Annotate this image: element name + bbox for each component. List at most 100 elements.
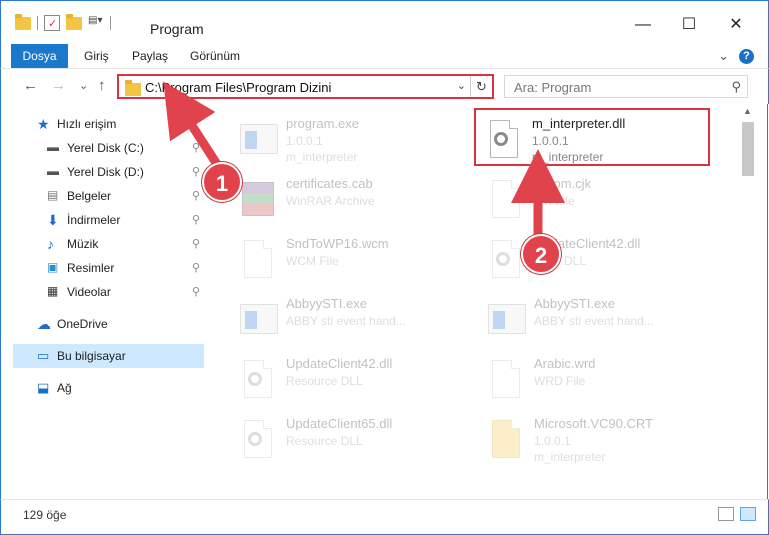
- pictures-icon: ▣: [47, 260, 59, 274]
- file-icon: [236, 236, 272, 280]
- recent-locations-icon[interactable]: ⌄: [79, 79, 88, 92]
- scroll-up-icon[interactable]: ▲: [743, 106, 752, 116]
- sidebar-item-label: Yerel Disk (C:): [67, 141, 144, 155]
- music-icon: ♪: [47, 236, 54, 252]
- sidebar-item[interactable]: ⬓ Ağ: [1, 376, 206, 400]
- file-tile[interactable]: ...Kom.cjk ...K File: [478, 170, 718, 226]
- file-detail: Resource DLL: [286, 374, 363, 388]
- sidebar-item-label: Yerel Disk (D:): [67, 165, 144, 179]
- file-tile[interactable]: AbbyySTI.exe ABBY sti event hand...: [478, 290, 718, 346]
- tiles-view-icon[interactable]: [740, 507, 756, 521]
- file-tile[interactable]: UpdateClient42.dll Resource DLL: [230, 350, 470, 406]
- address-path[interactable]: C:\Program Files\Program Dizini: [145, 80, 331, 95]
- exe-icon: [236, 296, 278, 340]
- sidebar-item[interactable]: ♪ Müzik ⚲: [1, 232, 206, 256]
- sidebar-item[interactable]: ⬇ İndirmeler ⚲: [1, 208, 206, 232]
- pin-icon[interactable]: ⚲: [192, 285, 200, 298]
- address-bar[interactable]: C:\Program Files\Program Dizini ⌄ ↻: [117, 74, 494, 99]
- sidebar-item[interactable]: ★ Hızlı erişim: [1, 112, 206, 136]
- sidebar-item[interactable]: ▣ Resimler ⚲: [1, 256, 206, 280]
- file-tile[interactable]: Microsoft.VC90.CRT 1.0.0.1 m_interpreter: [478, 410, 718, 466]
- exe-icon: [236, 116, 278, 160]
- navigation-pane: ★ Hızlı erişim ▬ Yerel Disk (C:) ⚲ ▬ Yerel Dis…: [0, 104, 208, 499]
- file-name: SndToWP16.wcm: [286, 236, 389, 251]
- separator: [37, 16, 38, 30]
- folder-icon: [125, 80, 141, 96]
- back-arrow-icon[interactable]: ←: [23, 77, 38, 94]
- file-tile[interactable]: m_interpreter.dll 1.0.0.1 m_interpreter: [474, 108, 710, 166]
- file-name: Microsoft.VC90.CRT: [534, 416, 653, 431]
- ribbon-collapse-icon[interactable]: ⌄: [718, 48, 729, 64]
- sidebar-item[interactable]: ▦ Videolar ⚲: [1, 280, 206, 304]
- close-button[interactable]: ✕: [721, 15, 751, 35]
- search-icon[interactable]: ⚲: [731, 79, 741, 95]
- file-icon: [484, 356, 520, 400]
- file-detail: WRD File: [534, 374, 586, 388]
- properties-icon[interactable]: ✓: [44, 15, 60, 31]
- sidebar-item-label: Ağ: [57, 381, 72, 395]
- pin-icon[interactable]: ⚲: [192, 189, 200, 202]
- videos-icon: ▦: [47, 284, 59, 298]
- tab-home[interactable]: Giriş: [84, 44, 109, 68]
- sidebar-item-label: İndirmeler: [67, 213, 121, 227]
- file-name: certificates.cab: [286, 176, 373, 191]
- drive-icon: ▬: [47, 164, 59, 178]
- pin-icon[interactable]: ⚲: [192, 165, 200, 178]
- file-name: ...Kom.cjk: [534, 176, 592, 191]
- navigation-bar: ← → ⌄ ↑ C:\Program Files\Program Dizini …: [0, 68, 769, 104]
- pin-icon[interactable]: ⚲: [192, 141, 200, 154]
- file-tile[interactable]: UpdateClient65.dll Resource DLL: [230, 410, 470, 466]
- file-tile[interactable]: program.exe 1.0.0.1 m_interpreter: [230, 110, 470, 166]
- search-placeholder[interactable]: Ara: Program: [514, 80, 591, 95]
- downloads-icon: ⬇: [47, 212, 59, 228]
- step-1-badge: 1: [202, 162, 242, 202]
- maximize-button[interactable]: ☐: [674, 15, 704, 35]
- up-arrow-icon[interactable]: ↑: [98, 77, 106, 94]
- dll-icon: [236, 416, 272, 460]
- search-box[interactable]: Ara: Program ⚲: [504, 75, 748, 98]
- file-detail: WCM File: [286, 254, 339, 268]
- details-view-icon[interactable]: [718, 507, 734, 521]
- sidebar-item-label: Videolar: [67, 285, 111, 299]
- sidebar-item[interactable]: ☁ OneDrive: [1, 312, 206, 336]
- minimize-button[interactable]: —: [628, 15, 658, 35]
- new-folder-icon[interactable]: [66, 13, 82, 30]
- file-detail-2: m_interpreter: [534, 450, 606, 464]
- pin-icon[interactable]: ⚲: [192, 213, 200, 226]
- status-bar: 129 öğe: [0, 499, 769, 535]
- file-tile[interactable]: UpdateClient42.dll ...rce DLL: [478, 230, 718, 286]
- customize-qat-icon[interactable]: ▤▾: [88, 15, 104, 31]
- pin-icon[interactable]: ⚲: [192, 237, 200, 250]
- sidebar-item-label: Belgeler: [67, 189, 112, 203]
- exe-icon: [484, 296, 526, 340]
- file-tile[interactable]: SndToWP16.wcm WCM File: [230, 230, 470, 286]
- forward-arrow-icon[interactable]: →: [51, 77, 66, 94]
- dll-icon: [482, 116, 518, 160]
- item-count: 129 öğe: [23, 508, 67, 522]
- file-name: UpdateClient42.dll: [286, 356, 393, 371]
- pin-icon[interactable]: ⚲: [192, 261, 200, 274]
- file-tile[interactable]: certificates.cab WinRAR Archive: [230, 170, 470, 226]
- vertical-scrollbar[interactable]: ▲: [742, 104, 768, 499]
- ribbon: Dosya Giriş Paylaş Görünüm ⌄ ?: [0, 44, 769, 68]
- title-bar: ✓ ▤▾ Program — ☐ ✕: [0, 0, 769, 44]
- star-icon: ★: [37, 116, 50, 132]
- drive-icon: ▬: [47, 140, 59, 154]
- refresh-icon[interactable]: ↻: [470, 76, 492, 97]
- sidebar-item[interactable]: ▤ Belgeler ⚲: [1, 184, 206, 208]
- help-icon[interactable]: ?: [739, 48, 754, 64]
- file-tile[interactable]: AbbyySTI.exe ABBY sti event hand...: [230, 290, 470, 346]
- sidebar-item[interactable]: ▭ Bu bilgisayar: [13, 344, 204, 368]
- tab-file[interactable]: Dosya: [11, 44, 68, 68]
- address-dropdown-icon[interactable]: ⌄: [457, 79, 466, 92]
- tab-view[interactable]: Görünüm: [190, 44, 240, 68]
- window-title: Program: [150, 21, 204, 37]
- separator: [110, 16, 111, 30]
- tab-share[interactable]: Paylaş: [132, 44, 168, 68]
- sidebar-item-label: Hızlı erişim: [57, 117, 117, 131]
- file-tile[interactable]: Arabic.wrd WRD File: [478, 350, 718, 406]
- sidebar-item[interactable]: ▬ Yerel Disk (D:) ⚲: [1, 160, 206, 184]
- file-detail: WinRAR Archive: [286, 194, 375, 208]
- sidebar-item[interactable]: ▬ Yerel Disk (C:) ⚲: [1, 136, 206, 160]
- scroll-thumb[interactable]: [742, 122, 754, 176]
